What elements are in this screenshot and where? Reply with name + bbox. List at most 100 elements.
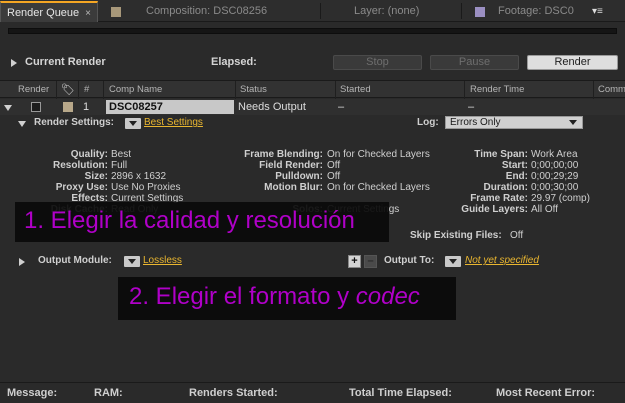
column-divider[interactable] [78,81,79,99]
setting-col3-value: All Off [531,204,559,215]
setting-col1-value: Full [111,160,128,171]
output-module-link[interactable]: Lossless [143,255,182,266]
setting-col3-label: Guide Layers: [461,204,528,215]
item-status: Needs Output [238,101,306,113]
column-comment[interactable]: Comme [598,84,625,95]
tab-render-queue-label: Render Queue [7,7,80,19]
footage-color-swatch-icon [475,7,485,17]
stop-button[interactable]: Stop [333,55,422,70]
tab-footage[interactable]: Footage: DSC0 ▾≡ [462,1,625,22]
current-render-row: Current Render Elapsed: Stop Pause Rende… [0,53,625,75]
setting-col1-label: Size: [84,171,108,182]
render-settings-dropdown-icon[interactable] [125,118,141,129]
column-divider[interactable] [235,81,236,99]
column-status[interactable]: Status [240,84,267,95]
total-time-elapsed-label: Total Time Elapsed: [349,387,452,399]
elapsed-label: Elapsed: [211,56,257,68]
comp-name-field[interactable]: DSC08257 [106,100,234,114]
log-select[interactable]: Errors Only [445,116,583,129]
skip-existing-value: Off [510,230,524,241]
annotation-format-codec-text: 2. Elegir el formato y [129,283,356,310]
close-icon[interactable]: × [85,8,91,19]
setting-col3-value: 0;00;00;00 [531,160,579,171]
output-module-label: Output Module: [38,255,112,266]
status-bar: Message: RAM: Renders Started: Total Tim… [0,382,625,403]
output-module-expand-icon[interactable] [19,258,25,266]
setting-col3-value: 29.97 (comp) [531,193,590,204]
column-started[interactable]: Started [340,84,371,95]
panel-menu-icon[interactable]: ▾≡ [592,1,603,22]
tab-composition[interactable]: Composition: DSC08256 [98,1,320,22]
output-to-link[interactable]: Not yet specified [465,255,539,266]
remove-output-module-button[interactable]: – [364,255,377,268]
column-comp-name[interactable]: Comp Name [109,84,162,95]
add-output-module-button[interactable]: + [348,255,361,268]
setting-col2-value: Off [327,171,341,182]
setting-col1-value: Use No Proxies [111,182,181,193]
skip-existing-label: Skip Existing Files: [410,230,502,241]
setting-col1-label: Resolution: [53,160,108,171]
setting-col2-value: On for Checked Layers [327,149,430,160]
setting-col1-value: 2896 x 1632 [111,171,167,182]
setting-col2-label: Pulldown: [275,171,323,182]
setting-col3-value: 0;00;30;00 [531,182,579,193]
current-render-label: Current Render [25,56,106,68]
setting-col2-value: Off [327,160,341,171]
setting-col1-value: Best [111,149,132,160]
tab-composition-label: Composition: DSC08256 [146,5,268,17]
item-started: – [338,101,345,113]
setting-col2-value: On for Checked Layers [327,182,430,193]
label-tag-icon[interactable]: 🏷 [61,83,75,96]
ram-label: RAM: [94,387,123,399]
renders-started-label: Renders Started: [189,387,278,399]
column-number[interactable]: # [84,84,89,95]
setting-col2-label: Frame Blending: [244,149,323,160]
column-render[interactable]: Render [18,84,49,95]
setting-col3-value: 0;00;29;29 [531,171,579,182]
output-to-label: Output To: [384,255,435,266]
output-to-dropdown-icon[interactable] [445,256,461,267]
annotation-codec-word: codec [355,283,420,310]
setting-col3-label: Frame Rate: [470,193,528,204]
setting-col2-label: Motion Blur: [264,182,323,193]
setting-col3-label: End: [505,171,528,182]
most-recent-error-label: Most Recent Error: [496,387,596,399]
expand-triangle-icon[interactable] [11,59,17,67]
setting-col3-value: Work Area [531,149,578,160]
annotation-quality-resolution: 1. Elegir la calidad y resolución [15,202,389,242]
label-color-swatch[interactable] [63,102,73,112]
composition-color-swatch-icon [111,7,121,17]
tab-layer-label: Layer: (none) [354,5,420,17]
setting-col3-label: Start: [501,160,528,171]
setting-col3-label: Duration: [483,182,528,193]
render-queue-panel: Current Render Elapsed: Stop Pause Rende… [0,22,625,403]
message-label: Message: [7,387,58,399]
render-settings-label: Render Settings: [34,117,115,128]
column-divider[interactable] [103,81,104,99]
setting-col3-label: Time Span: [474,149,528,160]
output-module-dropdown-icon[interactable] [124,256,140,267]
item-number: 1 [83,101,90,113]
column-divider[interactable] [56,81,57,99]
tab-layer[interactable]: Layer: (none) [321,1,461,22]
setting-col2-label: Field Render: [259,160,323,171]
panel-tab-bar: Render Queue × Composition: DSC08256 Laye… [0,0,625,22]
render-checkbox[interactable] [31,102,41,112]
column-render-time[interactable]: Render Time [470,84,524,95]
render-settings-link[interactable]: Best Settings [144,117,203,128]
column-divider[interactable] [335,81,336,99]
render-settings-collapse-icon[interactable] [18,121,26,127]
annotation-format-codec: 2. Elegir el formato y codec [118,277,456,320]
render-queue-item[interactable]: 1 DSC08257 Needs Output – – [0,99,625,115]
setting-col1-label: Quality: [70,149,108,160]
item-render-time: – [468,101,475,113]
tab-footage-label: Footage: DSC0 [498,5,574,17]
collapse-triangle-icon[interactable] [4,105,12,111]
column-divider[interactable] [464,81,465,99]
pause-button[interactable]: Pause [430,55,519,70]
log-label: Log: [417,117,439,128]
column-divider[interactable] [593,81,594,99]
render-button[interactable]: Render [527,55,618,70]
tab-render-queue[interactable]: Render Queue × [0,1,98,22]
setting-col1-label: Proxy Use: [55,182,108,193]
